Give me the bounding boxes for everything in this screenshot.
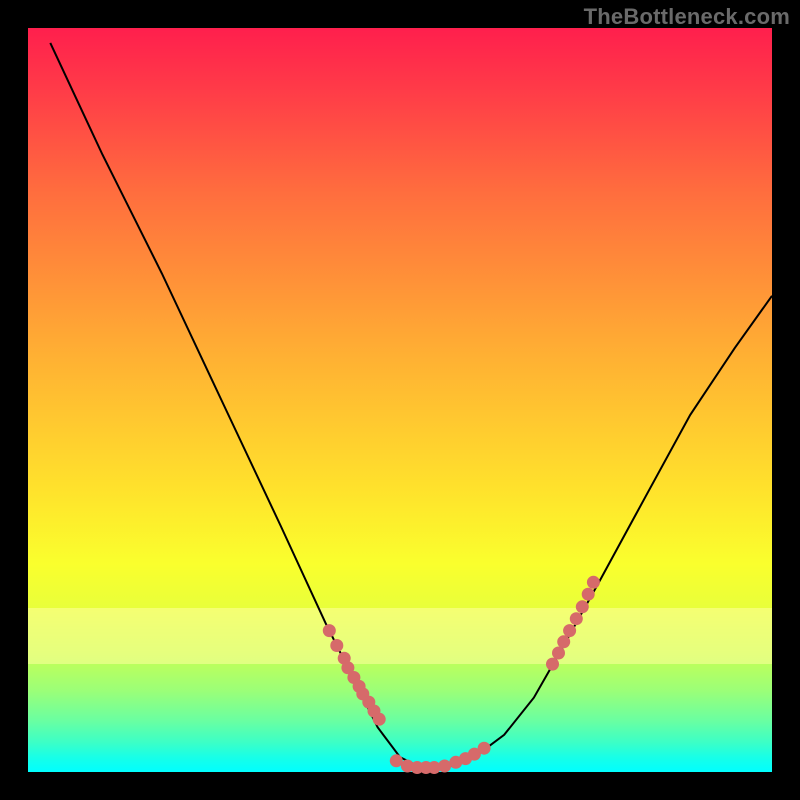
marker-dot	[552, 647, 565, 660]
marker-group-left	[323, 624, 386, 726]
marker-dot	[582, 588, 595, 601]
marker-dot	[330, 639, 343, 652]
marker-dot	[323, 624, 336, 637]
marker-dot	[373, 713, 386, 726]
marker-dot	[478, 742, 491, 755]
marker-dot	[576, 600, 589, 613]
chart-svg	[28, 28, 772, 772]
marker-dot	[563, 624, 576, 637]
bottleneck-curve	[50, 43, 772, 768]
marker-group-center	[390, 742, 491, 774]
marker-dot	[570, 612, 583, 625]
marker-dot	[587, 576, 600, 589]
marker-group-right	[546, 576, 600, 671]
marker-dot	[557, 635, 570, 648]
watermark-text: TheBottleneck.com	[584, 4, 790, 30]
chart-frame	[28, 28, 772, 772]
marker-dot	[438, 760, 451, 773]
marker-dot	[546, 658, 559, 671]
marker-dot	[390, 754, 403, 767]
